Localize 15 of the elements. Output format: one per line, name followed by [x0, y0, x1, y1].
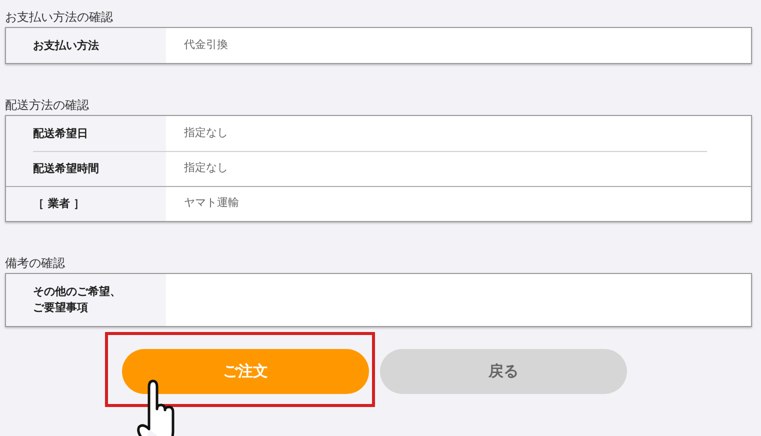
field-label: 配送希望日 — [33, 126, 88, 142]
field-label: 配送希望時間 — [33, 160, 99, 176]
field-label: ［ 業者 ］ — [33, 196, 85, 212]
field-value: 指定なし — [184, 125, 228, 142]
back-button[interactable]: 戻る — [380, 349, 627, 394]
field-label: その他のご希望、 — [33, 284, 121, 300]
section-title: 配送方法の確認 — [5, 96, 89, 114]
section-title: お支払い方法の確認 — [5, 8, 113, 26]
field-value: ヤマト運輸 — [184, 195, 239, 212]
field-label: ご要望事項 — [33, 300, 89, 316]
section-title: 備考の確認 — [5, 254, 65, 272]
order-button[interactable]: ご注文 — [122, 349, 369, 394]
field-label: お支払い方法 — [33, 38, 99, 54]
field-value: 指定なし — [184, 160, 228, 176]
field-value: 代金引換 — [184, 37, 228, 54]
